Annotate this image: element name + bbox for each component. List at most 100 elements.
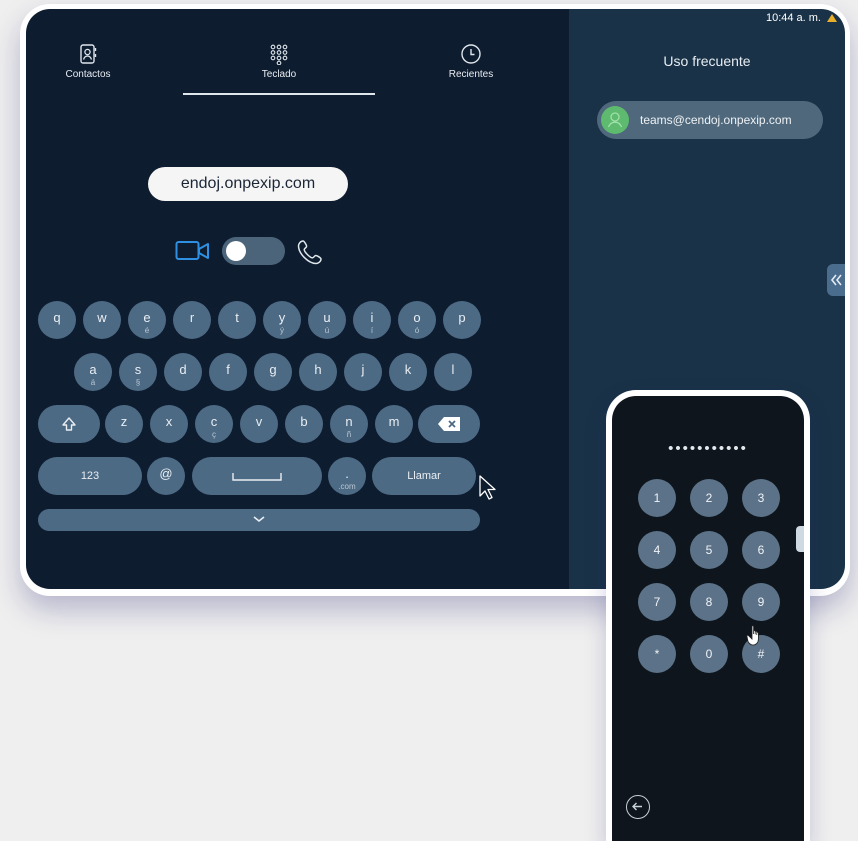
key-sublabel: § (135, 378, 141, 387)
key-v[interactable]: v (240, 405, 278, 443)
keypad-key[interactable]: 0 (690, 635, 728, 673)
backspace-key[interactable] (418, 405, 480, 443)
key-label: a (89, 362, 97, 377)
key-e[interactable]: eé (128, 301, 166, 339)
key-sublabel: á (90, 378, 96, 387)
key-sublabel: ñ (346, 430, 352, 439)
tab-contacts[interactable]: Contactos (48, 43, 128, 80)
tab-recents[interactable]: Recientes (431, 43, 511, 80)
arrow-left-icon (632, 802, 642, 811)
key-t[interactable]: t (218, 301, 256, 339)
keypad-key[interactable]: 4 (638, 531, 676, 569)
frequent-contact-item[interactable]: teams@cendoj.onpexip.com (597, 101, 823, 139)
key-sublabel: ý (280, 326, 284, 335)
call-button[interactable]: Llamar (372, 457, 476, 495)
keypad-key[interactable]: 5 (690, 531, 728, 569)
keypad-key[interactable]: 3 (742, 479, 780, 517)
toggle-knob (226, 241, 246, 261)
key-f[interactable]: f (209, 353, 247, 391)
call-mode-toggle[interactable] (222, 237, 285, 265)
key-label: r (189, 310, 195, 325)
status-bar: 10:44 a. m. (766, 12, 837, 24)
key-label: y (278, 310, 286, 325)
key-label: t (235, 310, 239, 325)
keypad-key[interactable]: 8 (690, 583, 728, 621)
key-b[interactable]: b (285, 405, 323, 443)
call-button-label: Llamar (407, 470, 441, 482)
tab-keypad[interactable]: Teclado (239, 43, 319, 80)
pin-display: ••••••••••• (668, 440, 748, 457)
key-label: l (451, 362, 455, 377)
video-camera-icon[interactable] (175, 239, 211, 263)
dot-key[interactable]: . .com (328, 457, 366, 495)
dot-key-sub: .com (338, 482, 356, 491)
backspace-icon (438, 417, 460, 431)
key-m[interactable]: m (375, 405, 413, 443)
key-k[interactable]: k (389, 353, 427, 391)
keypad-key[interactable]: 2 (690, 479, 728, 517)
key-sublabel: ç (212, 430, 216, 439)
key-label: q (53, 310, 61, 325)
key-sublabel: ó (414, 326, 420, 335)
key-q[interactable]: q (38, 301, 76, 339)
numbers-key[interactable]: 123 (38, 457, 142, 495)
key-y[interactable]: yý (263, 301, 301, 339)
key-label: k (404, 362, 412, 377)
key-z[interactable]: z (105, 405, 143, 443)
frequent-title: Uso frecuente (663, 53, 751, 69)
key-label: w (97, 310, 107, 325)
key-j[interactable]: j (344, 353, 382, 391)
warning-icon (827, 14, 837, 22)
keypad-key[interactable]: 9 (742, 583, 780, 621)
tab-recents-label: Recientes (448, 69, 494, 80)
clock-icon (461, 44, 481, 64)
key-label: v (255, 414, 263, 429)
key-r[interactable]: r (173, 301, 211, 339)
shift-icon (62, 417, 76, 431)
at-key[interactable]: @ (147, 457, 185, 495)
key-label: c (210, 414, 218, 429)
keypad-key[interactable]: 7 (638, 583, 676, 621)
key-p[interactable]: p (443, 301, 481, 339)
space-icon (232, 473, 282, 481)
key-i[interactable]: ií (353, 301, 391, 339)
key-a[interactable]: aá (74, 353, 112, 391)
key-h[interactable]: h (299, 353, 337, 391)
keypad-key[interactable]: 6 (742, 531, 780, 569)
double-chevron-left-icon (830, 274, 842, 286)
key-w[interactable]: w (83, 301, 121, 339)
hide-keyboard-bar[interactable] (38, 509, 480, 531)
shift-key[interactable] (38, 405, 100, 443)
numbers-key-label: 123 (80, 470, 100, 482)
keypad-key[interactable]: * (638, 635, 676, 673)
address-input[interactable]: endoj.onpexip.com (148, 167, 348, 201)
key-label: m (388, 414, 400, 429)
key-label: d (179, 362, 187, 377)
space-key[interactable] (192, 457, 322, 495)
key-l[interactable]: l (434, 353, 472, 391)
phone-side-handle[interactable] (796, 526, 804, 552)
key-g[interactable]: g (254, 353, 292, 391)
key-label: e (143, 310, 151, 325)
frequent-contact-label: teams@cendoj.onpexip.com (640, 113, 792, 127)
key-u[interactable]: uú (308, 301, 346, 339)
key-d[interactable]: d (164, 353, 202, 391)
key-x[interactable]: x (150, 405, 188, 443)
key-n[interactable]: nñ (330, 405, 368, 443)
key-c[interactable]: cç (195, 405, 233, 443)
key-label: o (413, 310, 421, 325)
key-s[interactable]: s § (119, 353, 157, 391)
phone-icon[interactable] (296, 238, 324, 266)
key-label: u (323, 310, 331, 325)
keypad-key[interactable]: 1 (638, 479, 676, 517)
key-label: s (134, 362, 142, 377)
dot-key-label: . (345, 466, 349, 481)
expand-panel-handle[interactable] (827, 264, 845, 296)
key-label: h (314, 362, 322, 377)
key-label: i (370, 310, 374, 325)
back-button[interactable] (626, 795, 650, 819)
key-sublabel: ú (324, 326, 330, 335)
at-key-label: @ (159, 466, 173, 481)
key-o[interactable]: oó (398, 301, 436, 339)
hand-pointer-icon (746, 625, 759, 646)
